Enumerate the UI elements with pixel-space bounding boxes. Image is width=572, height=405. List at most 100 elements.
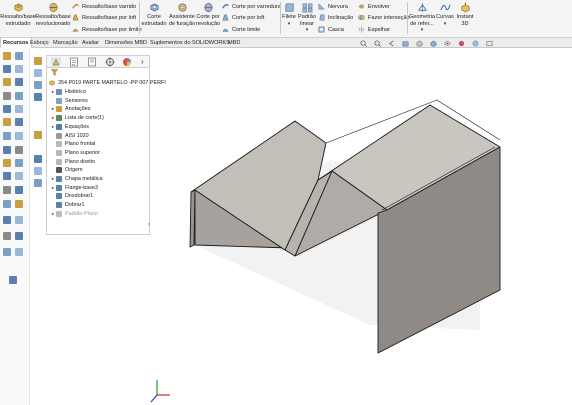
- linear-pattern-button[interactable]: Padrão linear ▾: [298, 2, 316, 34]
- shell-button[interactable]: Casca: [318, 25, 344, 34]
- revolved-boss-button[interactable]: Ressalto/base revolucionado: [35, 2, 71, 27]
- tab-solidworks-addins[interactable]: Suplementos do SOLIDWORKS: [148, 38, 232, 48]
- sheet-metal-tool-icon[interactable]: [34, 93, 42, 101]
- filter-icon[interactable]: [51, 69, 58, 76]
- tree-item[interactable]: ▸ Flange-base3: [50, 184, 98, 192]
- rib-button[interactable]: Nervura: [318, 2, 348, 11]
- boundary-cut-button[interactable]: Corte limite: [222, 25, 260, 34]
- sheet-metal-tool-icon[interactable]: [3, 52, 11, 60]
- extruded-cut-button[interactable]: Corte extrudado: [141, 2, 167, 27]
- sheet-metal-tool-icon[interactable]: [3, 105, 11, 113]
- sheet-metal-tool-icon[interactable]: [34, 81, 42, 89]
- configuration-manager-tab-icon[interactable]: [87, 57, 97, 67]
- property-manager-tab-icon[interactable]: [69, 57, 79, 67]
- sheet-metal-tool-icon[interactable]: [15, 132, 23, 140]
- sheet-metal-tool-icon[interactable]: [34, 179, 42, 187]
- tree-item[interactable]: Desdobrar1: [50, 192, 93, 200]
- sheet-metal-tool-icon[interactable]: [15, 65, 23, 73]
- sheet-metal-tool-icon[interactable]: [15, 186, 23, 194]
- sheet-metal-tool-icon[interactable]: [15, 216, 23, 224]
- tree-item[interactable]: Origem: [50, 166, 83, 174]
- revolved-cut-button[interactable]: Corte por revolução: [196, 2, 220, 27]
- sheet-metal-tool-icon[interactable]: [34, 155, 42, 163]
- sheet-metal-tool-icon[interactable]: [3, 200, 11, 208]
- tree-item[interactable]: ▸ Histórico: [50, 88, 86, 96]
- curves-button[interactable]: Curvas ▾: [436, 2, 454, 28]
- previous-view-icon[interactable]: [388, 40, 395, 47]
- apply-scene-icon[interactable]: [472, 40, 479, 47]
- part-root[interactable]: 354 P019 PARTE MARTELO -PP 007 PERFI: [49, 79, 166, 87]
- zoom-to-fit-icon[interactable]: [360, 40, 367, 47]
- reference-geometry-button[interactable]: Geometria de refer... ▾: [408, 2, 436, 34]
- loft-boss-button[interactable]: Ressalto/base por loft: [72, 13, 136, 22]
- swept-cut-button[interactable]: Corte por varredura: [222, 2, 281, 11]
- tab-sketch[interactable]: Esboço: [28, 38, 51, 48]
- instant3d-button[interactable]: Instant 3D: [455, 2, 475, 27]
- sheet-metal-tool-icon[interactable]: [15, 78, 23, 86]
- tree-item[interactable]: Plano direito: [50, 158, 95, 166]
- sheet-metal-tool-icon[interactable]: [3, 216, 11, 224]
- chevron-down-icon[interactable]: ▾: [306, 27, 309, 34]
- tab-features[interactable]: Recursos: [0, 38, 32, 48]
- tree-item[interactable]: Plano superior: [50, 149, 100, 157]
- sheet-metal-tool-icon[interactable]: [34, 131, 42, 139]
- view-settings-icon[interactable]: [486, 40, 493, 47]
- tab-mbd-dimensions[interactable]: Dimensões MBD: [103, 38, 149, 48]
- sheet-metal-tool-icon[interactable]: [15, 159, 23, 167]
- sheet-metal-tool-icon[interactable]: [3, 232, 11, 240]
- sheet-metal-tool-icon[interactable]: [3, 132, 11, 140]
- sheet-metal-tool-icon[interactable]: [15, 105, 23, 113]
- sheet-metal-tool-icon[interactable]: [3, 118, 11, 126]
- sheet-metal-tool-icon[interactable]: [15, 172, 23, 180]
- mirror-button[interactable]: Espelhar: [358, 25, 390, 34]
- sheet-metal-tool-icon[interactable]: [3, 248, 11, 256]
- sheet-metal-tool-icon[interactable]: [3, 92, 11, 100]
- extruded-boss-button[interactable]: Ressalto/base extrudado: [0, 2, 36, 27]
- tree-item[interactable]: Sensores: [50, 97, 88, 105]
- tree-item[interactable]: Dobrar1: [50, 201, 84, 209]
- display-manager-tab-icon[interactable]: [122, 57, 132, 67]
- dimxpert-manager-tab-icon[interactable]: [105, 57, 115, 67]
- zoom-area-icon[interactable]: [374, 40, 381, 47]
- sheet-metal-tool-icon[interactable]: [15, 52, 23, 60]
- sheet-metal-tool-icon[interactable]: [34, 69, 42, 77]
- sheet-metal-tool-icon[interactable]: [15, 92, 23, 100]
- tree-item[interactable]: ▸ Anotações: [50, 105, 90, 113]
- tree-item[interactable]: ▸ Padrão-Plano: [50, 210, 98, 218]
- sheet-metal-tool-icon[interactable]: [15, 200, 23, 208]
- intersect-button[interactable]: Fazer interseção: [358, 13, 410, 22]
- tab-evaluate[interactable]: Avaliar: [80, 38, 101, 48]
- sheet-metal-tool-icon[interactable]: [9, 276, 17, 284]
- sheet-metal-tool-icon[interactable]: [15, 232, 23, 240]
- sheet-metal-tool-icon[interactable]: [3, 172, 11, 180]
- section-view-icon[interactable]: [402, 40, 409, 47]
- hide-show-items-icon[interactable]: [444, 40, 451, 47]
- graphics-viewport[interactable]: [150, 50, 572, 405]
- sheet-metal-tool-icon[interactable]: [3, 146, 11, 154]
- tree-item[interactable]: ▸ Lista de corte(1): [50, 114, 104, 122]
- sheet-metal-tool-icon[interactable]: [15, 146, 23, 154]
- lofted-cut-button[interactable]: Corte por loft: [222, 13, 264, 22]
- chevron-down-icon[interactable]: ▾: [421, 27, 424, 34]
- wrap-button[interactable]: Envolver: [358, 2, 390, 11]
- display-style-icon[interactable]: [430, 40, 437, 47]
- chevron-right-icon[interactable]: ›: [141, 57, 144, 66]
- chevron-down-icon[interactable]: ▾: [444, 21, 447, 28]
- sheet-metal-tool-icon[interactable]: [15, 248, 23, 256]
- tree-item[interactable]: AISI 1020: [50, 132, 89, 140]
- sheet-metal-tool-icon[interactable]: [3, 186, 11, 194]
- fillet-button[interactable]: Filete ▾: [281, 2, 297, 27]
- boundary-boss-button[interactable]: Ressalto/base por limite: [72, 25, 142, 34]
- tab-markup[interactable]: Marcação: [51, 38, 80, 48]
- feature-manager-tab-icon[interactable]: [51, 57, 61, 67]
- view-orientation-icon[interactable]: [416, 40, 423, 47]
- edit-appearance-icon[interactable]: [458, 40, 465, 47]
- sheet-metal-tool-icon[interactable]: [3, 65, 11, 73]
- tree-item[interactable]: Plano frontal: [50, 140, 95, 148]
- hole-wizard-button[interactable]: Assistente de furação: [168, 2, 196, 27]
- chevron-down-icon[interactable]: ▾: [288, 21, 291, 28]
- draft-button[interactable]: Inclinação: [318, 13, 353, 22]
- sheet-metal-tool-icon[interactable]: [34, 167, 42, 175]
- swept-boss-button[interactable]: Ressalto/base varrido: [72, 2, 136, 11]
- tree-item[interactable]: ▸ Chapa metálica: [50, 175, 102, 183]
